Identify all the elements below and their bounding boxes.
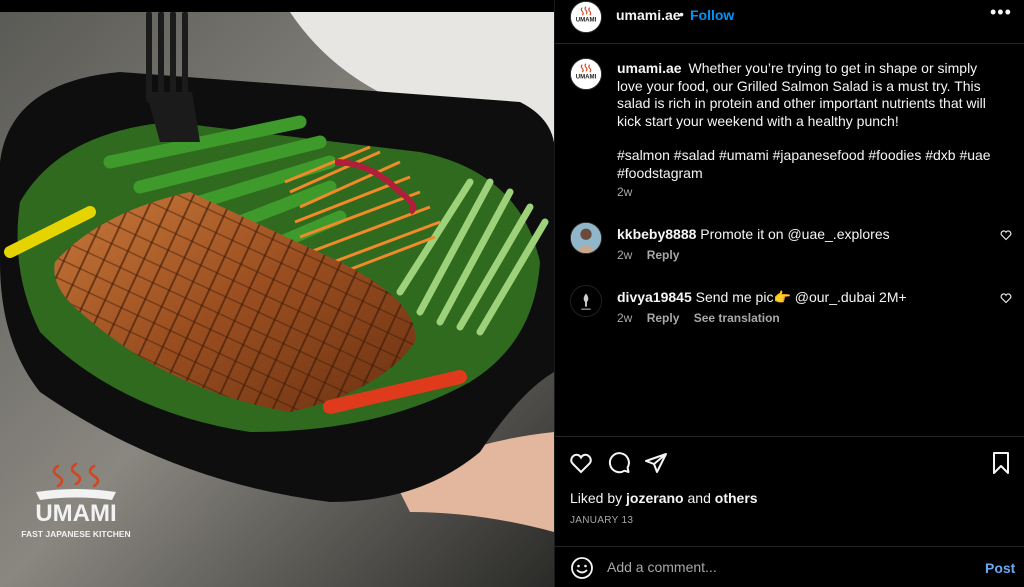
comment-text: Send me pic👉 @our_.dubai 2M+ [695,289,907,305]
commenter-avatar[interactable] [570,285,602,317]
comment-line: kkbeby8888 Promote it on @uae_.explores [617,226,890,242]
comment-meta: 2w Reply [617,248,690,262]
media-top-bar [0,0,554,12]
comment-timestamp[interactable]: 2w [617,248,632,262]
post-date[interactable]: JANUARY 13 [570,515,633,526]
comment-item: divya19845 Send me pic👉 @our_.dubai 2M+ … [555,285,1024,335]
caption-text: umami.ae Whether you’re trying to get in… [617,60,997,182]
comment-username[interactable]: divya19845 [617,289,692,305]
caption-avatar[interactable]: UMAMI [570,58,602,90]
account-username[interactable]: umami.ae [616,7,681,23]
post-side-panel: UMAMI umami.ae • Follow ••• UMAMI umami.… [554,0,1024,587]
caption-timestamp[interactable]: 2w [617,185,632,199]
see-translation-button[interactable]: See translation [694,311,780,325]
comment-username[interactable]: kkbeby8888 [617,226,696,242]
caption-username[interactable]: umami.ae [617,60,682,76]
post-media[interactable]: UMAMI FAST JAPANESE KITCHEN [0,0,554,587]
comment-timestamp[interactable]: 2w [617,311,632,325]
caption-hashtags[interactable]: #salmon #salad #umami #japanesefood #foo… [617,147,997,182]
comment-like-heart-icon[interactable] [1000,229,1012,241]
comment-composer: Post [555,546,1024,587]
likes-others-link[interactable]: others [715,490,758,506]
svg-text:FAST JAPANESE KITCHEN: FAST JAPANESE KITCHEN [21,529,130,539]
svg-text:UMAMI: UMAMI [35,500,116,527]
header-separator: • [679,6,684,22]
account-avatar[interactable]: UMAMI [570,1,602,33]
svg-text:UMAMI: UMAMI [576,17,597,24]
commenter-avatar[interactable] [570,222,602,254]
likes-and: and [687,490,711,506]
bookmark-icon[interactable] [989,451,1013,475]
svg-text:UMAMI: UMAMI [576,74,597,81]
reply-button[interactable]: Reply [647,248,680,262]
umami-logo: UMAMI FAST JAPANESE KITCHEN [21,462,131,539]
heart-icon[interactable] [569,451,593,475]
more-options-icon[interactable]: ••• [990,2,1012,23]
comment-line: divya19845 Send me pic👉 @our_.dubai 2M+ [617,289,907,306]
comment-text: Promote it on @uae_.explores [700,226,890,242]
emoji-icon[interactable] [570,556,594,580]
comment-meta: 2w Reply See translation [617,311,791,325]
comment-item: kkbeby8888 Promote it on @uae_.explores … [555,222,1024,272]
reply-button[interactable]: Reply [647,311,680,325]
post-actions: Liked by jozerano and others JANUARY 13 [555,436,1024,546]
comment-like-heart-icon[interactable] [1000,292,1012,304]
comment-input[interactable] [607,554,967,580]
post-header: UMAMI umami.ae • Follow ••• [555,0,1024,44]
comment-icon[interactable] [607,451,631,475]
liked-by-username[interactable]: jozerano [626,490,684,506]
likes-prefix: Liked by [570,490,623,506]
post-comment-button[interactable]: Post [985,560,1015,576]
paper-plane-icon[interactable] [644,451,668,475]
likes-summary: Liked by jozerano and others [570,490,758,506]
follow-button[interactable]: Follow [690,7,734,23]
